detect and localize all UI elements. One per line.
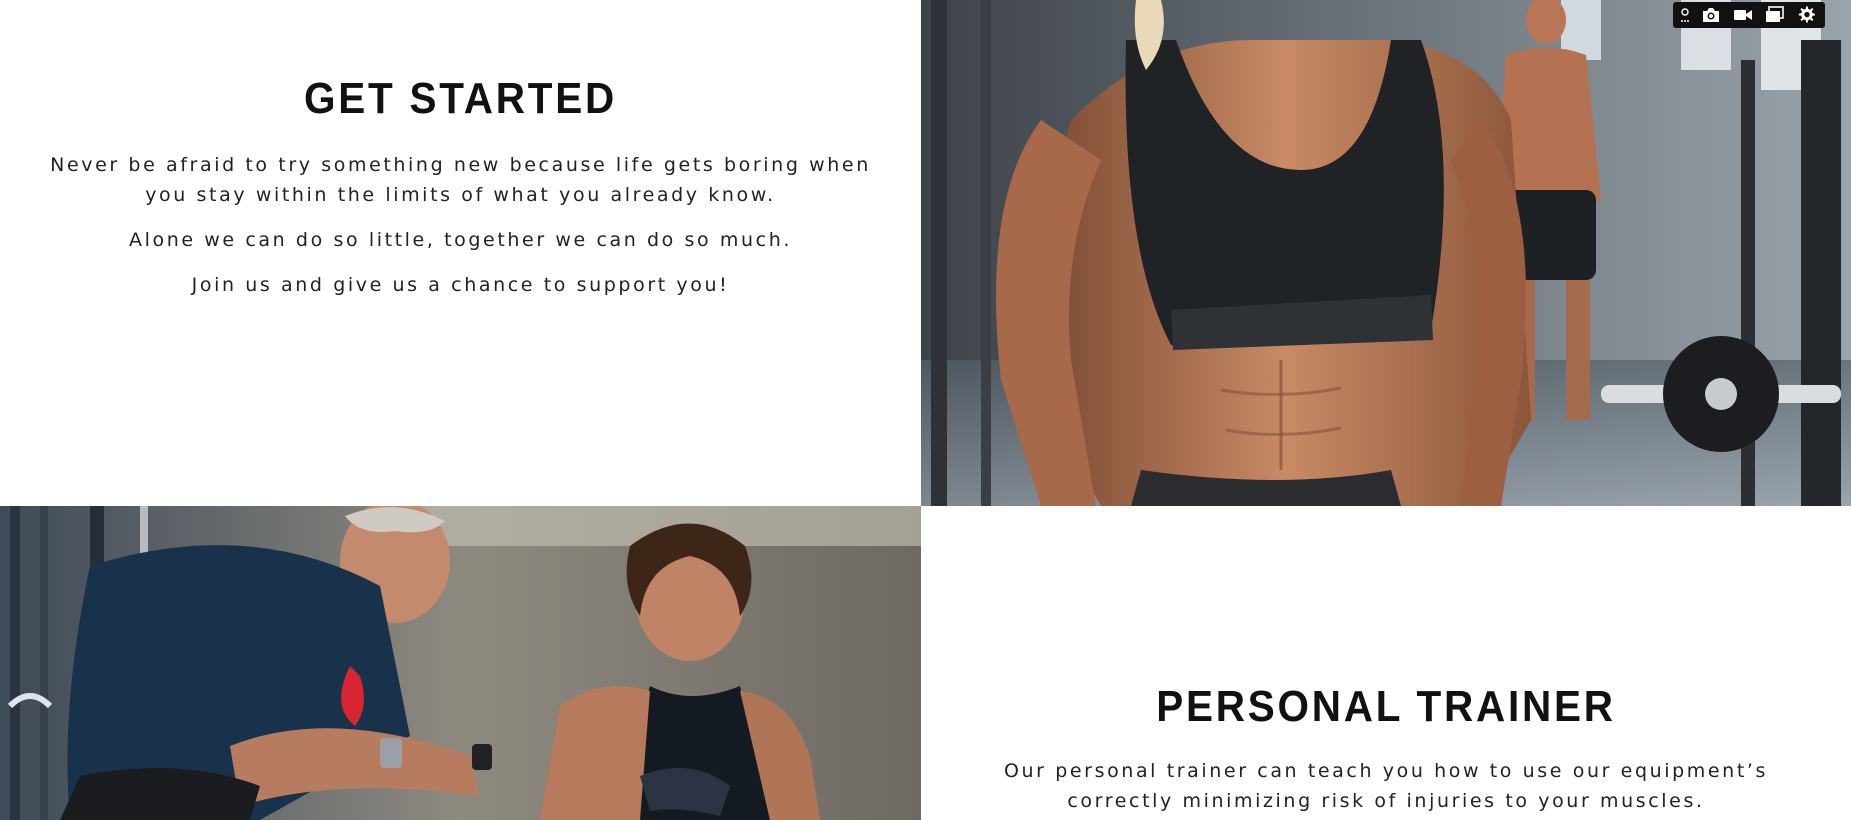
trainer-client-photo-graphic: [0, 506, 921, 820]
get-started-paragraph-1: Never be afraid to try something new bec…: [50, 154, 871, 206]
trainer-client-photo: [0, 506, 921, 820]
gear-icon[interactable]: [1795, 5, 1819, 25]
personal-trainer-title: PERSONAL TRAINER: [1156, 682, 1616, 731]
personal-trainer-paragraph-1: Our personal trainer can teach you how t…: [1003, 760, 1769, 812]
settings-small-icon[interactable]: [1679, 5, 1691, 25]
media-toolbar: [1673, 2, 1825, 28]
get-started-title: GET STARTED: [304, 74, 617, 123]
personal-trainer-section: PERSONAL TRAINER Our personal trainer ca…: [921, 506, 1851, 820]
window-icon[interactable]: [1763, 5, 1787, 25]
video-icon[interactable]: [1731, 5, 1755, 25]
camera-icon[interactable]: [1699, 5, 1723, 25]
get-started-paragraph-3: Join us and give us a chance to support …: [191, 274, 730, 296]
woman-gym-photo-graphic: [921, 0, 1851, 506]
get-started-paragraph-2: Alone we can do so little, together we c…: [129, 229, 792, 251]
woman-gym-photo: [921, 0, 1851, 506]
get-started-section: GET STARTED Never be afraid to try somet…: [0, 0, 921, 506]
